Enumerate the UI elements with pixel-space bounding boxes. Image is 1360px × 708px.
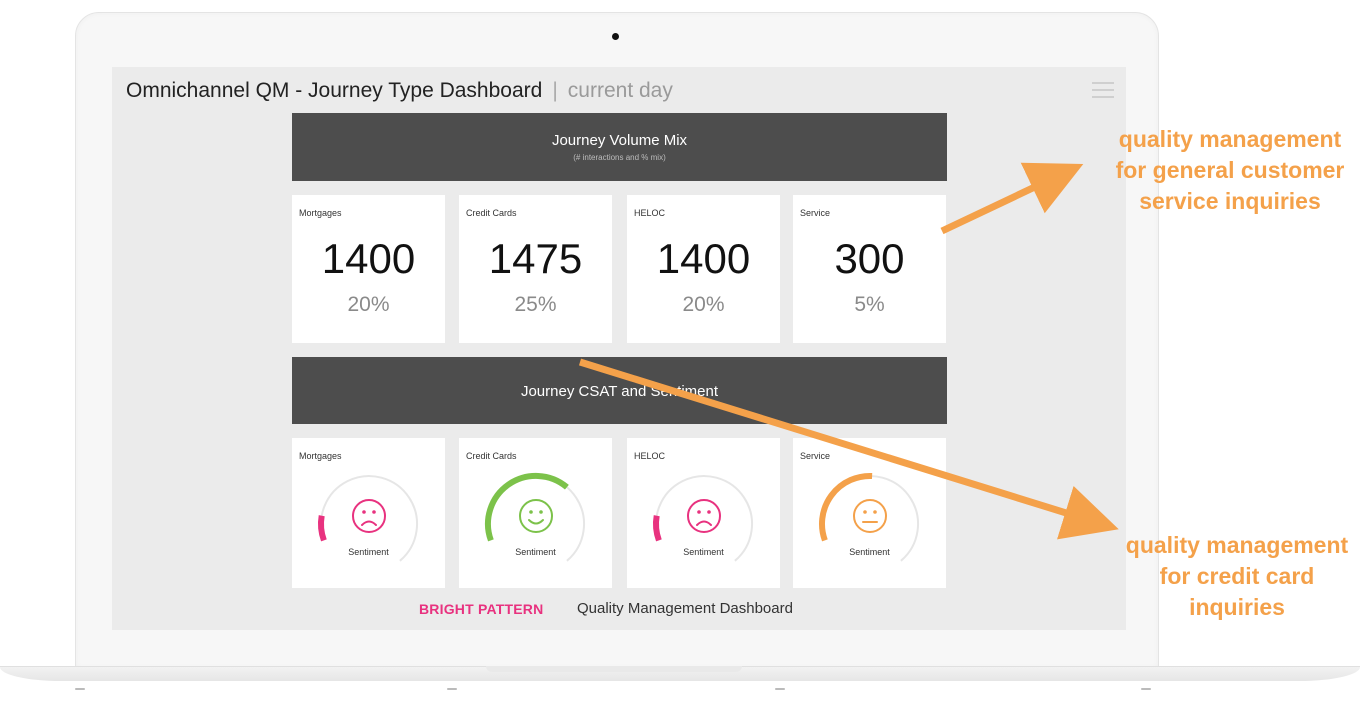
happy-face-icon: [519, 499, 553, 533]
sentiment-gauge: [818, 472, 919, 562]
gauge-fill: [318, 515, 327, 542]
card-label: Service: [800, 208, 831, 218]
period-label: current day: [567, 79, 673, 102]
sentiment-card-service[interactable]: Service Sentiment: [793, 438, 946, 588]
laptop-foot: [75, 688, 85, 690]
camera-dot: [612, 33, 619, 40]
mix-percent: 25%: [514, 293, 557, 316]
mix-percent: 20%: [682, 293, 725, 316]
sentiment-gauge: [318, 475, 418, 562]
mix-percent: 5%: [854, 293, 885, 316]
volume-mix-title: Journey Volume Mix: [551, 132, 688, 149]
interaction-count: 1475: [488, 235, 583, 282]
volume-card-credit-cards[interactable]: Credit Cards 1475 25%: [459, 195, 612, 343]
laptop-notch: [486, 666, 742, 672]
laptop-foot: [1141, 688, 1151, 690]
sentiment-gauge: [653, 475, 753, 562]
footer-title: Quality Management Dashboard: [577, 600, 793, 617]
laptop-foot: [775, 688, 785, 690]
csat-sentiment-header: Journey CSAT and Sentiment: [292, 357, 947, 424]
interaction-count: 1400: [321, 235, 416, 282]
csat-sentiment-title: Journey CSAT and Sentiment: [520, 383, 719, 400]
title-separator: |: [552, 79, 558, 102]
dashboard-screen: Omnichannel QM - Journey Type Dashboard |…: [112, 67, 1126, 630]
laptop-foot: [447, 688, 457, 690]
sentiment-caption: Sentiment: [683, 547, 724, 557]
volume-mix-header: Journey Volume Mix (# interactions and %…: [292, 113, 947, 181]
brand-logo: BRIGHT PATTERN: [419, 601, 544, 617]
gauge-fill: [653, 515, 662, 542]
volume-card-service[interactable]: Service 300 5%: [793, 195, 946, 343]
card-label: HELOC: [634, 208, 666, 218]
sentiment-card-mortgages[interactable]: Mortgages Sentiment: [292, 438, 445, 588]
dashboard-title: Omnichannel QM - Journey Type Dashboard: [126, 79, 543, 102]
neutral-face-icon: [853, 499, 887, 533]
page-title: Omnichannel QM - Journey Type Dashboard |…: [126, 79, 673, 103]
volume-card-heloc[interactable]: HELOC 1400 20%: [627, 195, 780, 343]
gauge-fill: [484, 472, 569, 542]
sentiment-caption: Sentiment: [348, 547, 389, 557]
card-label: Credit Cards: [466, 208, 517, 218]
callout-credit-cards: quality management for credit card inqui…: [1125, 532, 1349, 620]
sentiment-card-credit-cards[interactable]: Credit Cards Sentiment: [459, 438, 612, 588]
card-label: Mortgages: [299, 208, 342, 218]
sentiment-caption: Sentiment: [515, 547, 556, 557]
interaction-count: 300: [834, 235, 905, 282]
mix-percent: 20%: [347, 293, 390, 316]
sad-face-icon: [352, 499, 386, 533]
volume-mix-subtitle: (# interactions and % mix): [573, 153, 666, 162]
callout-general-service: quality management for general customer …: [1115, 126, 1345, 214]
hamburger-icon[interactable]: [1092, 82, 1114, 98]
interaction-count: 1400: [656, 235, 751, 282]
sad-face-icon: [687, 499, 721, 533]
sentiment-card-heloc[interactable]: HELOC Sentiment: [627, 438, 780, 588]
sentiment-gauge: [484, 472, 585, 562]
sentiment-caption: Sentiment: [849, 547, 890, 557]
volume-card-mortgages[interactable]: Mortgages 1400 20%: [292, 195, 445, 343]
